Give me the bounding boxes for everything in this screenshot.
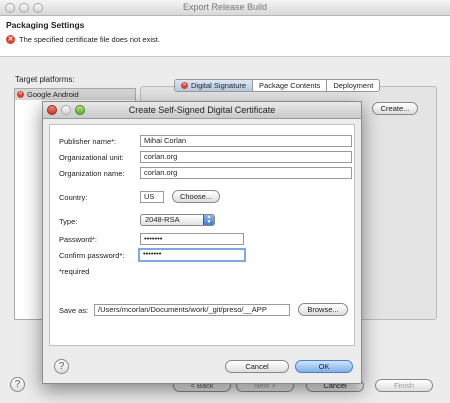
- org-name-label: Organization name:: [59, 169, 125, 178]
- key-type-value: 2048-RSA: [145, 215, 180, 224]
- help-icon[interactable]: ?: [10, 377, 25, 392]
- list-item[interactable]: ✕ Google Android: [15, 89, 135, 100]
- error-message: The specified certificate file does not …: [19, 35, 160, 44]
- org-unit-field[interactable]: corlan.org: [140, 151, 352, 163]
- create-button[interactable]: Create...: [372, 102, 418, 115]
- tab-label: Package Contents: [259, 81, 321, 90]
- org-name-field[interactable]: corlan.org: [140, 167, 352, 179]
- required-note: *required: [59, 267, 90, 276]
- settings-tabs: ✕ Digital Signature Package Contents Dep…: [174, 79, 381, 92]
- tab-label: Digital Signature: [191, 81, 247, 90]
- choose-country-button[interactable]: Choose...: [172, 190, 220, 203]
- dialog-help-icon[interactable]: ?: [54, 359, 69, 374]
- confirm-password-label: Confirm password*:: [59, 251, 125, 260]
- password-label: Password*:: [59, 235, 97, 244]
- publisher-field[interactable]: Mihai Corlan: [140, 135, 352, 147]
- tab-package-contents[interactable]: Package Contents: [253, 80, 328, 91]
- save-as-field[interactable]: /Users/mcorlan/Documents/work/_git/preso…: [94, 304, 290, 316]
- wizard-header: Packaging Settings ✕ The specified certi…: [0, 16, 450, 57]
- tab-label: Deployment: [333, 81, 374, 90]
- publisher-label: Publisher name*:: [59, 137, 117, 146]
- target-platforms-label: Target platforms:: [15, 75, 75, 84]
- dialog-titlebar: Create Self-Signed Digital Certificate: [43, 102, 361, 119]
- error-icon: ✕: [181, 82, 188, 89]
- dialog-title: Create Self-Signed Digital Certificate: [128, 105, 276, 115]
- platform-label: Google Android: [27, 90, 79, 99]
- error-icon: ✕: [6, 35, 15, 44]
- error-icon: ✕: [17, 91, 24, 98]
- org-unit-label: Organizational unit:: [59, 153, 124, 162]
- country-field[interactable]: US: [140, 191, 164, 203]
- page-title: Packaging Settings: [6, 20, 85, 30]
- window-titlebar: Export Release Build: [0, 0, 450, 16]
- password-field[interactable]: •••••••: [140, 233, 244, 245]
- select-arrows-icon: ▲ ▼: [203, 215, 214, 225]
- dialog-cancel-button[interactable]: Cancel: [225, 360, 289, 373]
- tab-deployment[interactable]: Deployment: [327, 80, 379, 91]
- tab-digital-signature[interactable]: ✕ Digital Signature: [175, 80, 254, 91]
- browse-button[interactable]: Browse...: [298, 303, 348, 316]
- window-title: Export Release Build: [182, 2, 268, 12]
- finish-button[interactable]: Finish: [375, 379, 433, 392]
- dialog-ok-button[interactable]: OK: [295, 360, 353, 373]
- create-certificate-dialog: Create Self-Signed Digital Certificate P…: [42, 101, 362, 384]
- country-label: Country:: [59, 193, 88, 202]
- type-label: Type:: [59, 217, 78, 226]
- save-as-label: Save as:: [59, 306, 89, 315]
- dialog-body: Publisher name*: Mihai Corlan Organizati…: [49, 124, 355, 346]
- key-type-select[interactable]: 2048-RSA ▲ ▼: [140, 214, 215, 226]
- confirm-password-field[interactable]: •••••••: [138, 248, 246, 262]
